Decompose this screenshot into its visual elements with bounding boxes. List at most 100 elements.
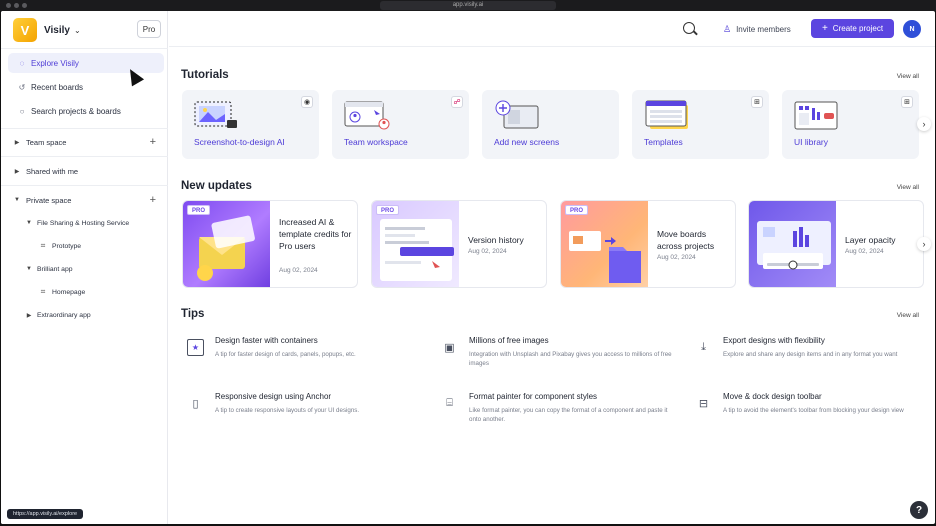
tutorial-card[interactable]: ☍ Team workspace (332, 90, 469, 159)
nav-search-projects[interactable]: ○ Search projects & boards (8, 101, 164, 121)
divider (1, 128, 168, 129)
update-card[interactable]: PRO Move boards across projects Aug 02, … (560, 200, 736, 288)
updates-next-arrow[interactable]: › (917, 237, 931, 251)
invite-members-button[interactable]: ♙ Invite members (723, 21, 791, 37)
caret-down-icon[interactable]: ▼ (24, 220, 34, 226)
user-icon: ♙ (723, 23, 732, 34)
update-image: PRO (372, 201, 459, 287)
container-icon: ★ (187, 339, 204, 356)
pro-badge: PRO (376, 205, 400, 215)
update-image: PRO (561, 201, 648, 287)
caret-right-icon[interactable]: ▶ (12, 168, 22, 175)
board-row[interactable]: ⌗ Homepage (1, 283, 168, 301)
format-painter-icon: ⌸ (446, 397, 453, 409)
workspace-name: Visily (44, 24, 70, 36)
update-card[interactable]: PRO Version history Aug 02, 2024 (371, 200, 547, 288)
tutorial-label: UI library (794, 137, 829, 147)
update-date: Aug 02, 2024 (845, 248, 884, 255)
updates-title: New updates (181, 180, 252, 192)
chevron-down-icon: ⌄ (73, 25, 81, 35)
project-row[interactable]: ▼ File Sharing & Hosting Service (1, 214, 168, 232)
update-card[interactable]: Layer opacity Aug 02, 2024 (748, 200, 924, 288)
update-date: Aug 02, 2024 (279, 267, 318, 274)
help-button[interactable]: ? (910, 501, 928, 519)
private-space-label: Private space (26, 195, 72, 205)
toolbar-icon: ⊟ (698, 398, 709, 410)
project-label: Extraordinary app (37, 311, 91, 319)
nav-label: Explore Visily (31, 58, 79, 68)
caret-right-icon[interactable]: ▶ (12, 139, 22, 146)
pro-button[interactable]: Pro (137, 20, 161, 38)
project-row[interactable]: ▶ Extraordinary app (1, 306, 168, 324)
tip-item[interactable]: ⊟ Move & dock design toolbar A tip to av… (691, 392, 931, 432)
board-label: Homepage (52, 288, 86, 296)
tip-item[interactable]: ▣ Millions of free images Integration wi… (437, 336, 677, 376)
tutorials-view-all-link[interactable]: View all (897, 73, 919, 80)
project-label: Brilliant app (37, 265, 73, 273)
project-row[interactable]: ▼ Brilliant app (1, 260, 168, 278)
divider (1, 156, 168, 157)
tutorial-card[interactable]: ◉ Screenshot-to-design AI (182, 90, 319, 159)
divider (1, 185, 168, 186)
board-row[interactable]: ⌗ Prototype (1, 237, 168, 255)
create-label: Create project (832, 24, 884, 33)
caret-down-icon[interactable]: ▼ (24, 266, 34, 272)
window-dot-icon[interactable] (14, 3, 19, 8)
nav-explore-visily[interactable]: ◌ Explore Visily (8, 53, 164, 73)
status-url-tooltip: https://app.visily.ai/explore (7, 509, 84, 519)
nav-label: Search projects & boards (31, 106, 121, 116)
tip-item[interactable]: ⌸ Format painter for component styles Li… (437, 392, 677, 432)
tutorial-card[interactable]: Add new screens (482, 90, 619, 159)
nav-label: Recent boards (31, 82, 84, 92)
tutorial-card[interactable]: ⊞ UI library (782, 90, 919, 159)
search-icon[interactable] (683, 22, 695, 34)
caret-down-icon[interactable]: ▼ (12, 197, 22, 203)
avatar[interactable]: N (903, 20, 921, 38)
shared-with-me-row[interactable]: ▶ Shared with me (1, 162, 168, 180)
caret-right-icon[interactable]: ▶ (24, 312, 34, 319)
history-icon: ↺ (18, 82, 26, 92)
window-dot-icon[interactable] (6, 3, 11, 8)
add-screen-icon: ⊞ (751, 96, 763, 108)
tip-title: Millions of free images (469, 336, 549, 345)
update-title: Move boards across projects (657, 229, 715, 251)
tip-item[interactable]: ★ Design faster with containers A tip fo… (183, 336, 423, 376)
updates-view-all-link[interactable]: View all (897, 184, 919, 191)
team-space-label: Team space (26, 137, 67, 147)
add-screens-illustration (495, 100, 539, 129)
create-project-button[interactable]: + Create project (811, 19, 894, 38)
address-bar[interactable]: app.visily.ai (380, 1, 556, 10)
sidebar: V Visily ⌄ Pro ◌ Explore Visily ↺ Recent… (1, 11, 168, 524)
add-private-project-icon[interactable]: + (150, 194, 156, 206)
workspace-switcher[interactable]: V Visily ⌄ (13, 18, 81, 42)
tip-desc: Explore and share any design items and i… (723, 351, 898, 358)
team-space-row[interactable]: ▶ Team space + (1, 133, 168, 151)
divider (1, 48, 168, 49)
responsive-icon: ▯ (192, 398, 199, 410)
tutorials-next-arrow[interactable]: › (917, 117, 931, 131)
layer-opacity-illustration (757, 221, 831, 270)
board-label: Prototype (52, 242, 82, 250)
tip-desc: A tip to create responsive layouts of yo… (215, 407, 360, 414)
update-card[interactable]: PRO Increased AI & template credits for … (182, 200, 358, 288)
image-icon: ▣ (444, 342, 455, 354)
tutorial-card[interactable]: ⊞ Templates (632, 90, 769, 159)
tips-view-all-link[interactable]: View all (897, 312, 919, 319)
pro-badge: PRO (565, 205, 589, 215)
top-bar: ♙ Invite members + Create project N (169, 11, 935, 47)
team-icon: ☍ (451, 96, 463, 108)
frame-icon: ⌗ (40, 287, 46, 296)
ui-library-illustration (794, 101, 838, 130)
window-dot-icon[interactable] (22, 3, 27, 8)
tip-item[interactable]: ⤓ Export designs with flexibility Explor… (691, 336, 931, 376)
tip-title: Move & dock design toolbar (723, 392, 822, 401)
tip-desc: Integration with Unsplash and Pixabay gi… (469, 351, 672, 367)
tips-title: Tips (181, 308, 205, 320)
tip-title: Format painter for component styles (469, 392, 598, 401)
search-icon: ○ (19, 106, 25, 116)
add-team-space-icon[interactable]: + (150, 136, 156, 148)
private-space-row[interactable]: ▼ Private space + (1, 191, 168, 209)
tip-item[interactable]: ▯ Responsive design using Anchor A tip t… (183, 392, 423, 432)
update-date: Aug 02, 2024 (657, 254, 696, 261)
tip-desc: A tip for faster design of cards, panels… (215, 351, 356, 358)
